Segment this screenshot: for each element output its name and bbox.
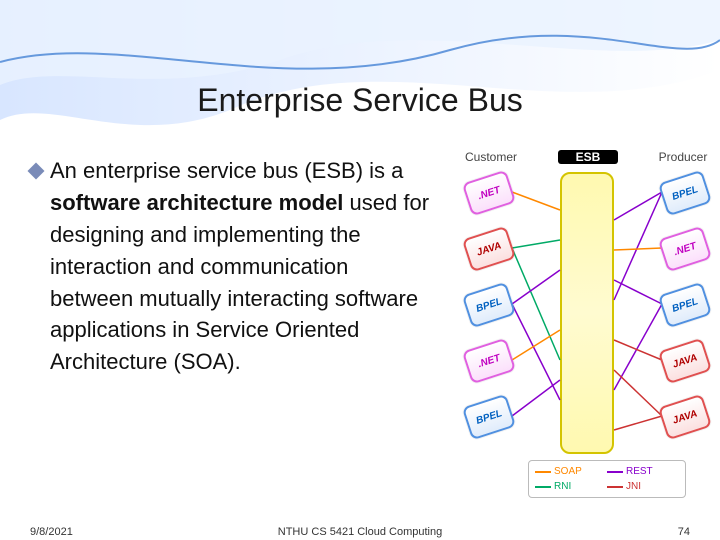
page-title: Enterprise Service Bus bbox=[0, 82, 720, 119]
esb-diagram: Customer ESB Producer .NET JAVA BPEL .NE… bbox=[462, 150, 712, 520]
bullet-text-post: used for designing and implementing the … bbox=[50, 190, 429, 374]
legend-box: SOAP REST RNI JNI bbox=[528, 460, 686, 498]
legend-soap: SOAP bbox=[535, 464, 607, 479]
legend-rni: RNI bbox=[535, 479, 607, 494]
bullet-paragraph: An enterprise service bus (ESB) is a sof… bbox=[50, 155, 430, 378]
body-text: An enterprise service bus (ESB) is a sof… bbox=[30, 155, 430, 378]
footer-date: 9/8/2021 bbox=[30, 526, 73, 538]
footer-page-number: 74 bbox=[678, 526, 690, 538]
footer-course: NTHU CS 5421 Cloud Computing bbox=[278, 526, 442, 538]
bullet-text-strong: software architecture model bbox=[50, 190, 343, 215]
bullet-diamond-icon bbox=[28, 163, 45, 180]
background-wave bbox=[0, 0, 720, 160]
bullet-text-pre: An enterprise service bus (ESB) is a bbox=[50, 158, 403, 183]
legend-rest: REST bbox=[607, 464, 679, 479]
legend-jni: JNI bbox=[607, 479, 679, 494]
